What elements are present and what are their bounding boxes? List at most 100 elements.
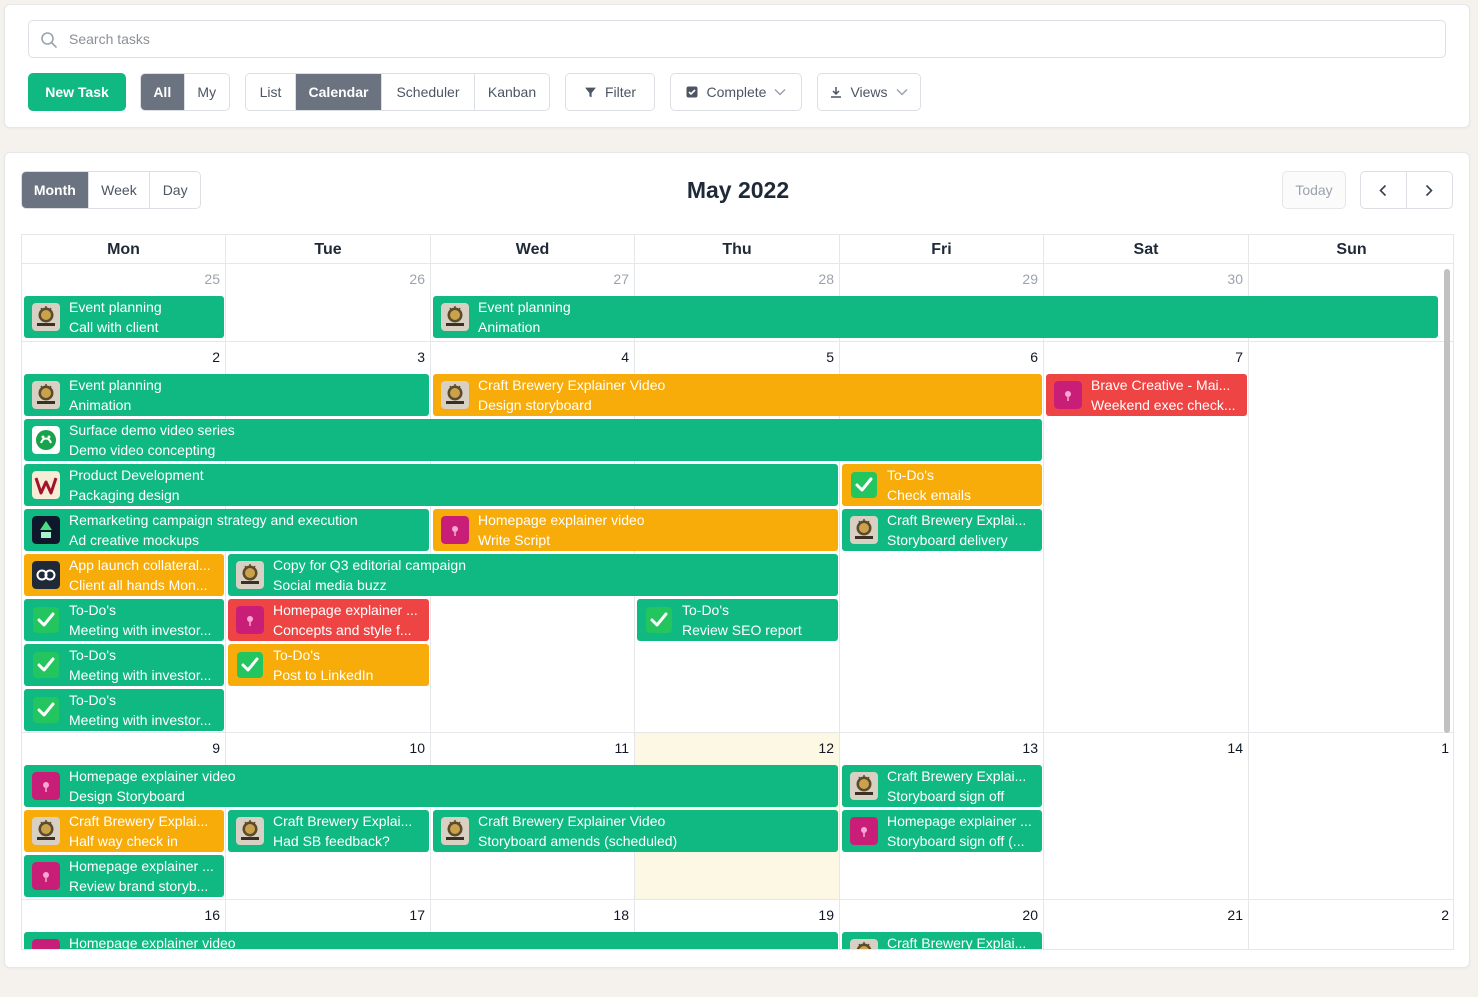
calendar-event[interactable]: Remarketing campaign strategy and execut… xyxy=(24,509,429,551)
day-cell[interactable] xyxy=(1044,733,1249,900)
search-input[interactable] xyxy=(69,29,1429,49)
checkmark-icon xyxy=(32,606,60,634)
event-project: Craft Brewery Explainer Video xyxy=(478,377,666,393)
calendar-event[interactable]: Craft Brewery Explai... Storyboard sign o… xyxy=(842,765,1042,807)
event-task: Packaging design xyxy=(69,487,180,503)
event-task: Review SEO report xyxy=(682,622,802,638)
calendar-event[interactable]: Brave Creative - Mai... Weekend exec chec… xyxy=(1046,374,1247,416)
calendar-event[interactable]: Event planning Animation xyxy=(433,296,1438,338)
calendar-event[interactable]: Homepage explainer ... Storyboard sign of… xyxy=(842,810,1042,852)
tab-list[interactable]: List xyxy=(246,74,296,110)
calendar-event[interactable]: Craft Brewery Explai... Half way check in xyxy=(24,810,224,852)
tab-calendar[interactable]: Calendar xyxy=(296,74,382,110)
event-project: To-Do's xyxy=(682,602,730,618)
new-task-button[interactable]: New Task xyxy=(28,73,126,111)
project-avatar-icon xyxy=(850,817,878,845)
calendar-event[interactable]: Homepage explainer ... Review brand story… xyxy=(24,855,224,897)
event-task: Weekend exec check... xyxy=(1091,397,1236,413)
day-number: 2 xyxy=(212,349,220,365)
event-task: Half way check in xyxy=(69,833,178,849)
chevron-down-icon xyxy=(774,88,786,96)
today-button[interactable]: Today xyxy=(1282,171,1346,209)
calendar-event[interactable]: To-Do's Meeting with investor... xyxy=(24,689,224,731)
event-project: To-Do's xyxy=(69,692,117,708)
calendar-event[interactable]: To-Do's Review SEO report xyxy=(637,599,838,641)
weekday-tue: Tue xyxy=(226,235,431,264)
scope-all-button[interactable]: All xyxy=(141,74,185,110)
calendar-event[interactable]: To-Do's Meeting with investor... xyxy=(24,599,224,641)
event-project: Craft Brewery Explai... xyxy=(887,935,1027,950)
calendar-event[interactable]: Event planning Animation xyxy=(24,374,429,416)
calendar-event[interactable]: Craft Brewery Explainer Video Storyboard … xyxy=(433,810,838,852)
calendar-event[interactable]: Craft Brewery Explai... Had SB feedback? xyxy=(228,810,429,852)
calendar-event[interactable]: Craft Brewery Explai... xyxy=(842,932,1042,950)
weekday-header: Mon Tue Wed Thu Fri Sat Sun xyxy=(22,235,1453,264)
download-icon xyxy=(831,87,842,98)
project-avatar-icon xyxy=(1054,381,1082,409)
month-nav xyxy=(1360,171,1453,209)
event-project: Homepage explainer video xyxy=(69,935,236,950)
calendar-event[interactable]: Homepage explainer video Design Storyboar… xyxy=(24,765,838,807)
month-grid: Mon Tue Wed Thu Fri Sat Sun 25 26 27 28 29 30 Event … xyxy=(21,234,1454,950)
project-avatar-icon xyxy=(32,939,60,949)
day-cell[interactable] xyxy=(1249,733,1453,900)
weekday-thu: Thu xyxy=(635,235,840,264)
event-task: Demo video concepting xyxy=(69,442,216,458)
event-project: To-Do's xyxy=(887,467,935,483)
day-number: 25 xyxy=(204,271,220,287)
next-month-button[interactable] xyxy=(1407,172,1453,208)
event-project: Craft Brewery Explai... xyxy=(887,768,1027,784)
calendar-panel: Month Week Day May 2022 Today Mon Tue Wed T… xyxy=(4,152,1470,968)
calendar-event[interactable]: Homepage explainer ... Concepts and style… xyxy=(228,599,429,641)
event-task: Meeting with investor... xyxy=(69,622,212,638)
scope-my-button[interactable]: My xyxy=(185,74,229,110)
day-number: 21 xyxy=(1227,907,1243,923)
calendar-event[interactable]: Homepage explainer video Write Script xyxy=(433,509,838,551)
chevron-left-icon xyxy=(1379,184,1387,196)
day-number: 14 xyxy=(1227,740,1243,756)
calendar-event[interactable]: Homepage explainer video xyxy=(24,932,838,950)
day-number: 28 xyxy=(818,271,834,287)
scrollbar[interactable] xyxy=(1442,265,1452,945)
filter-button[interactable]: Filter xyxy=(565,73,655,111)
brewery-logo-icon xyxy=(850,516,878,544)
day-cell[interactable] xyxy=(1249,342,1453,733)
calendar-title: May 2022 xyxy=(686,177,790,203)
scrollbar-thumb[interactable] xyxy=(1444,269,1450,733)
day-number: 10 xyxy=(409,740,425,756)
day-number: 9 xyxy=(212,740,220,756)
day-number: 29 xyxy=(1022,271,1038,287)
weekday-fri: Fri xyxy=(840,235,1044,264)
checkmark-icon xyxy=(32,651,60,679)
calendar-event[interactable]: Craft Brewery Explai... Storyboard delive… xyxy=(842,509,1042,551)
day-number: 2 xyxy=(1441,907,1449,923)
day-number: 5 xyxy=(826,349,834,365)
event-project: To-Do's xyxy=(69,602,117,618)
tab-scheduler[interactable]: Scheduler xyxy=(382,74,475,110)
calendar-event[interactable]: To-Do's Post to LinkedIn xyxy=(228,644,429,686)
calendar-event[interactable]: Craft Brewery Explainer Video Design stor… xyxy=(433,374,1042,416)
search-box[interactable] xyxy=(28,20,1446,58)
complete-label: Complete xyxy=(706,84,767,100)
event-project: Homepage explainer video xyxy=(69,768,236,784)
event-task: Write Script xyxy=(478,532,551,548)
project-avatar-icon xyxy=(441,516,469,544)
calendar-event[interactable]: Event planning Call with client xyxy=(24,296,224,338)
calendar-event[interactable]: Copy for Q3 editorial campaign Social med… xyxy=(228,554,838,596)
prev-month-button[interactable] xyxy=(1361,172,1407,208)
views-dropdown[interactable]: Views xyxy=(817,73,921,111)
complete-dropdown[interactable]: Complete xyxy=(670,73,802,111)
event-task: Check emails xyxy=(887,487,972,503)
calendar-event[interactable]: To-Do's Meeting with investor... xyxy=(24,644,224,686)
calendar-event[interactable]: Product Development Packaging design xyxy=(24,464,838,506)
event-task: Design Storyboard xyxy=(69,788,185,804)
scope-toggle: All My xyxy=(140,73,230,111)
calendar-event[interactable]: Surface demo video series Demo video conc… xyxy=(24,419,1042,461)
tab-kanban[interactable]: Kanban xyxy=(475,74,549,110)
event-task: Animation xyxy=(69,397,132,413)
event-project: Craft Brewery Explai... xyxy=(887,512,1027,528)
event-project: Craft Brewery Explai... xyxy=(273,813,413,829)
calendar-event[interactable]: App launch collateral... Client all hands… xyxy=(24,554,224,596)
calendar-event[interactable]: To-Do's Check emails xyxy=(842,464,1042,506)
views-label: Views xyxy=(850,84,888,100)
